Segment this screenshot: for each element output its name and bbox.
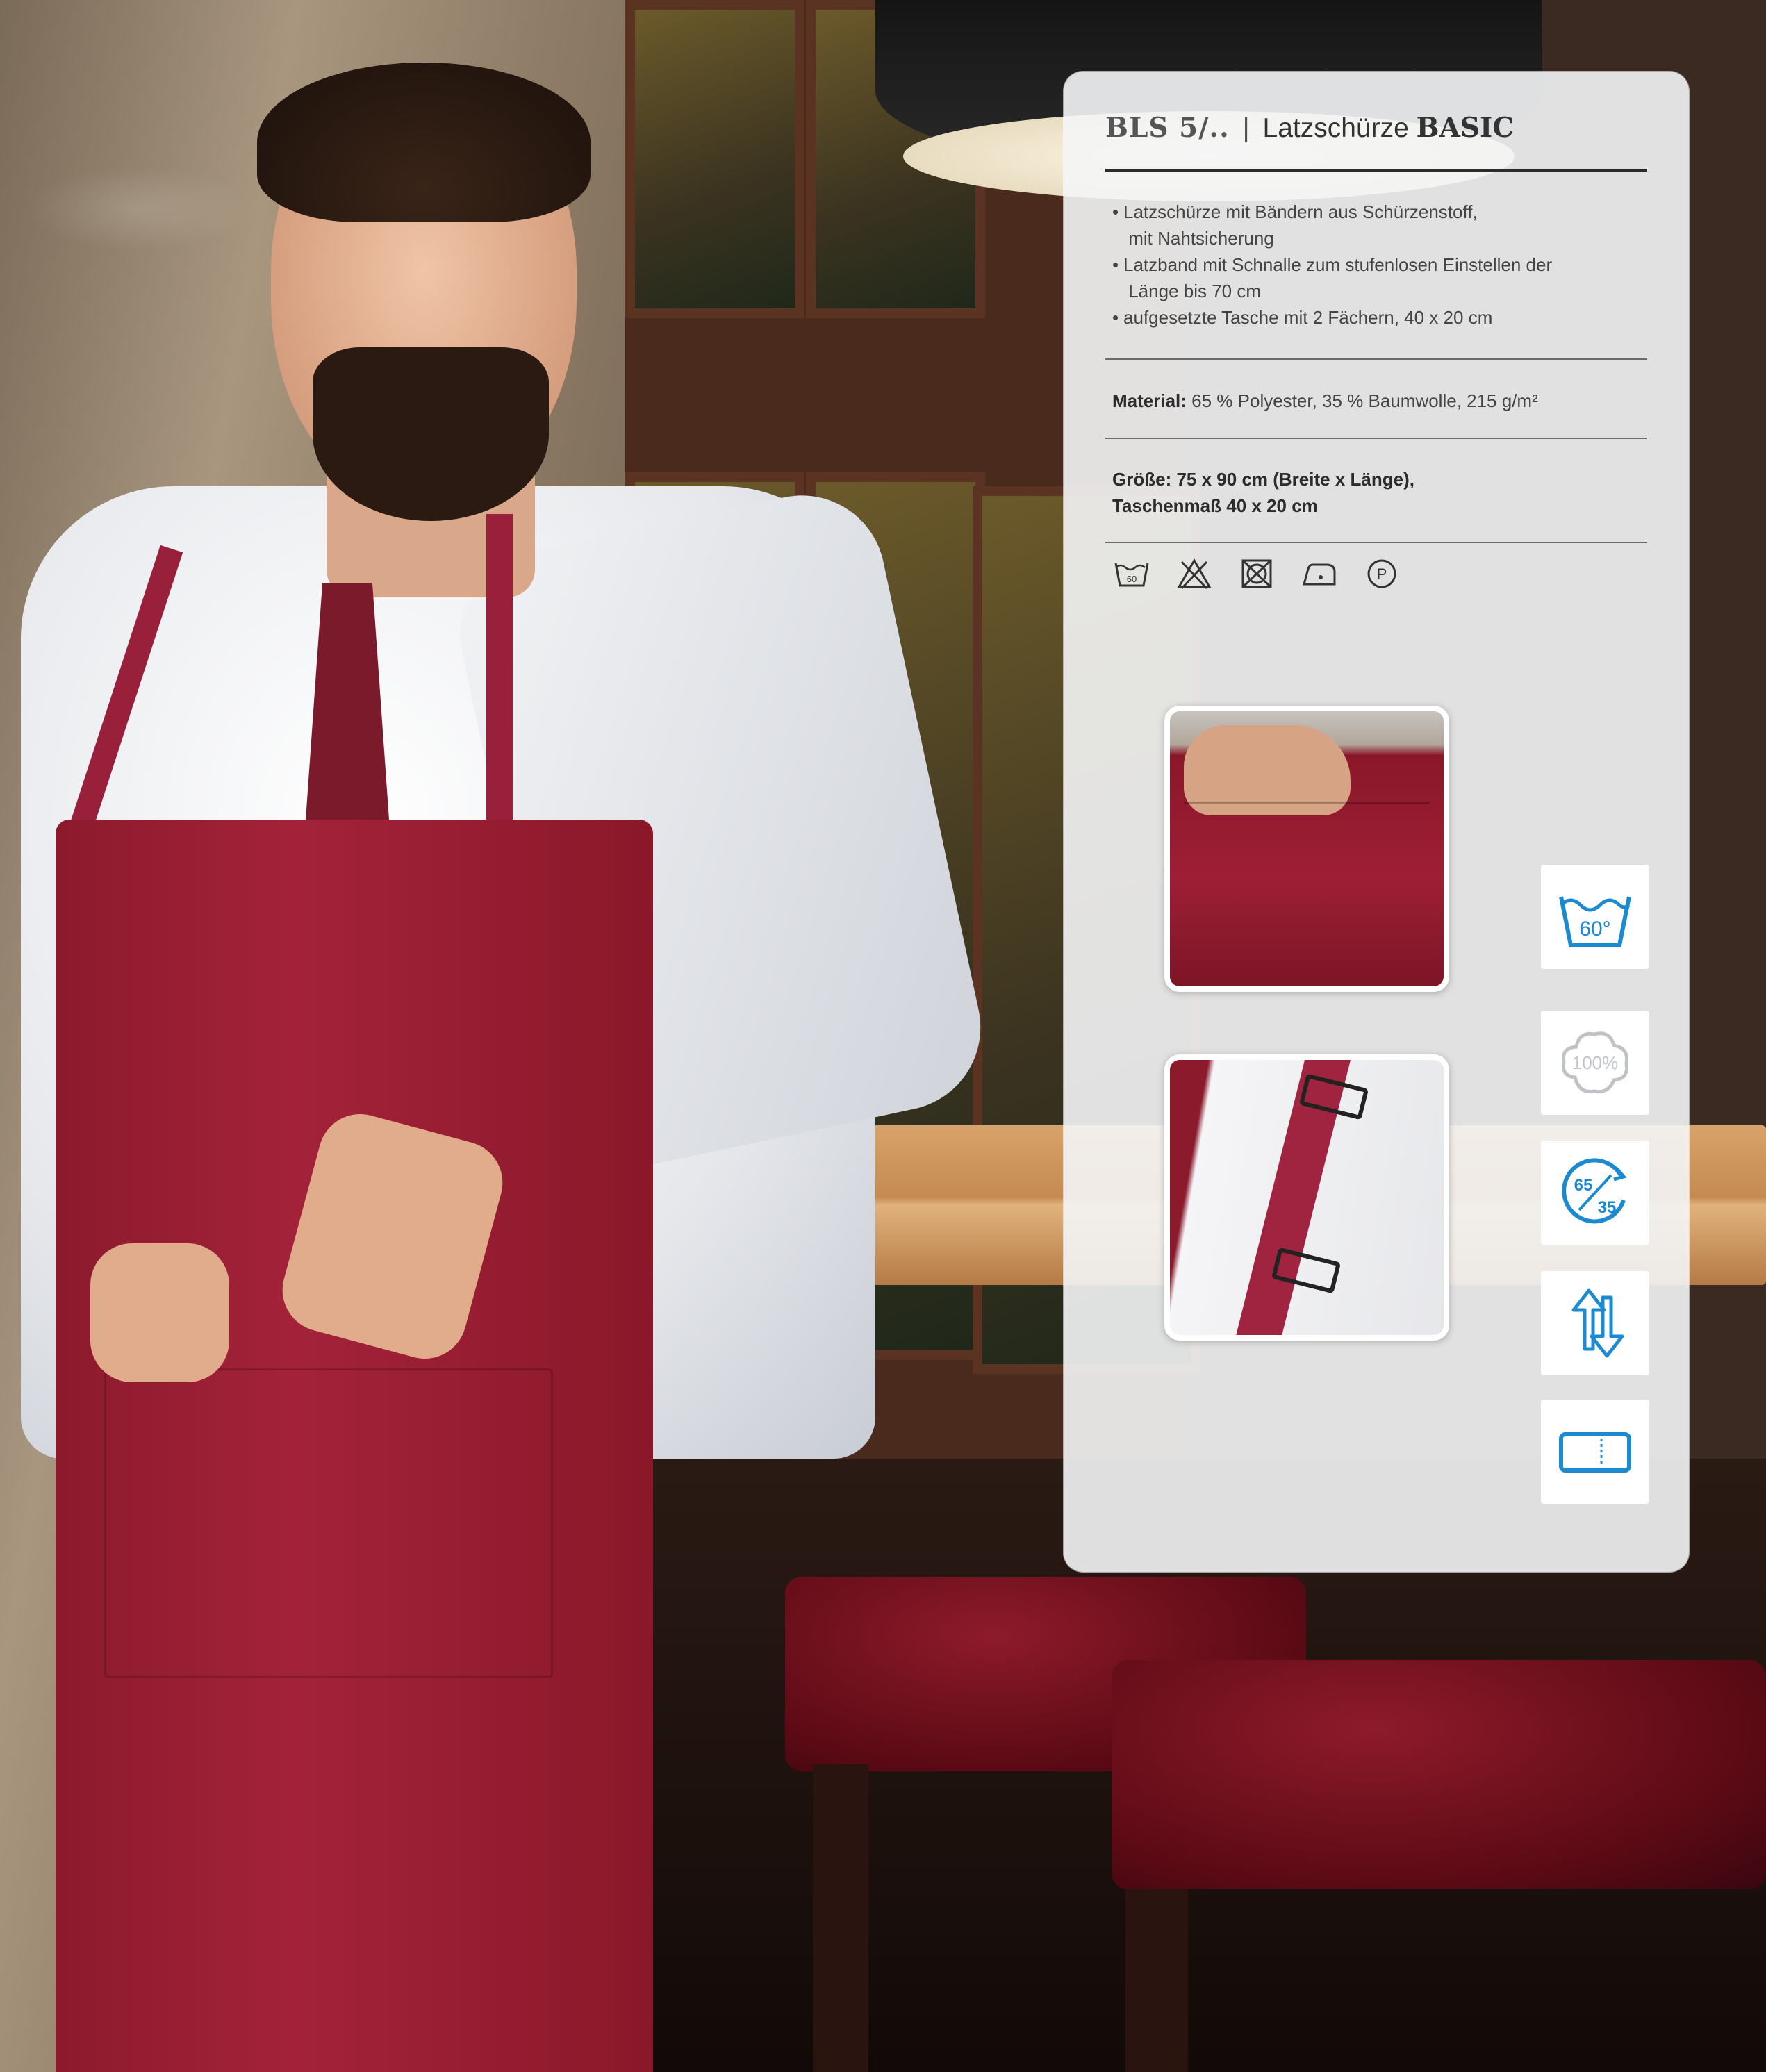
divider	[1105, 438, 1647, 439]
strap-buckle-detail-image	[1164, 1054, 1449, 1341]
care-symbols: 60 P	[1114, 558, 1400, 590]
title-separator: |	[1242, 113, 1250, 143]
feature-item: aufgesetzte Tasche mit 2 Fächern, 40 x 2…	[1112, 304, 1552, 331]
product-name: Latzschürze	[1262, 113, 1409, 143]
svg-text:60: 60	[1127, 574, 1137, 584]
up-down-arrows-icon	[1571, 1288, 1624, 1358]
product-line: BASIC	[1416, 112, 1515, 144]
product-code: BLS 5/..	[1105, 112, 1230, 144]
feature-item: Latzschürze mit Bändern aus Schürzenstof…	[1112, 199, 1552, 251]
divider	[1105, 358, 1647, 360]
product-title: BLS 5/.. | Latzschürze BASIC	[1105, 112, 1514, 144]
size-line1: 75 x 90 cm (Breite x Länge),	[1176, 469, 1414, 490]
wash-60-badge: 60°	[1541, 865, 1649, 969]
dry-clean-p-icon: P	[1367, 559, 1396, 588]
beard	[313, 347, 549, 521]
no-tumble-dry-icon	[1241, 559, 1272, 588]
apron-pocket	[104, 1368, 553, 1678]
svg-text:P: P	[1377, 565, 1387, 583]
adjustable-length-badge	[1541, 1271, 1649, 1375]
svg-text:100%: 100%	[1572, 1052, 1619, 1073]
size-label: Größe:	[1112, 469, 1172, 490]
feature-item: Latzband mit Schnalle zum stufenlosen Ei…	[1112, 251, 1552, 304]
pocket-detail-image	[1164, 706, 1449, 992]
iron-icon	[1303, 563, 1336, 586]
no-bleach-icon	[1177, 558, 1212, 590]
wash-60-icon: 60	[1114, 563, 1149, 587]
hair	[257, 63, 591, 222]
material-value: 65 % Polyester, 35 % Baumwolle, 215 g/m²	[1191, 390, 1538, 411]
blend-65-35-badge: 65 35	[1541, 1141, 1649, 1245]
svg-text:35: 35	[1598, 1198, 1617, 1217]
svg-text:60°: 60°	[1579, 918, 1610, 940]
feature-list: Latzschürze mit Bändern aus Schürzenstof…	[1112, 199, 1552, 331]
hand	[90, 1243, 229, 1382]
wash-60-icon: 60°	[1559, 896, 1631, 947]
pocket-icon	[1559, 1432, 1631, 1473]
divider	[1105, 542, 1647, 543]
material-label: Material:	[1112, 390, 1187, 411]
bar-stool	[1112, 1660, 1766, 1889]
title-divider	[1105, 169, 1647, 172]
svg-text:65: 65	[1574, 1176, 1593, 1195]
material-spec: Material: 65 % Polyester, 35 % Baumwolle…	[1112, 388, 1538, 414]
size-spec: Größe: 75 x 90 cm (Breite x Länge), Tasc…	[1112, 466, 1414, 519]
size-line2: Taschenmaß 40 x 20 cm	[1112, 495, 1318, 516]
cotton-icon: 100%	[1561, 1031, 1629, 1094]
blend-icon: 65 35	[1562, 1158, 1627, 1224]
pocket-compartments-badge	[1541, 1400, 1649, 1504]
cotton-100-badge: 100%	[1541, 1011, 1649, 1115]
